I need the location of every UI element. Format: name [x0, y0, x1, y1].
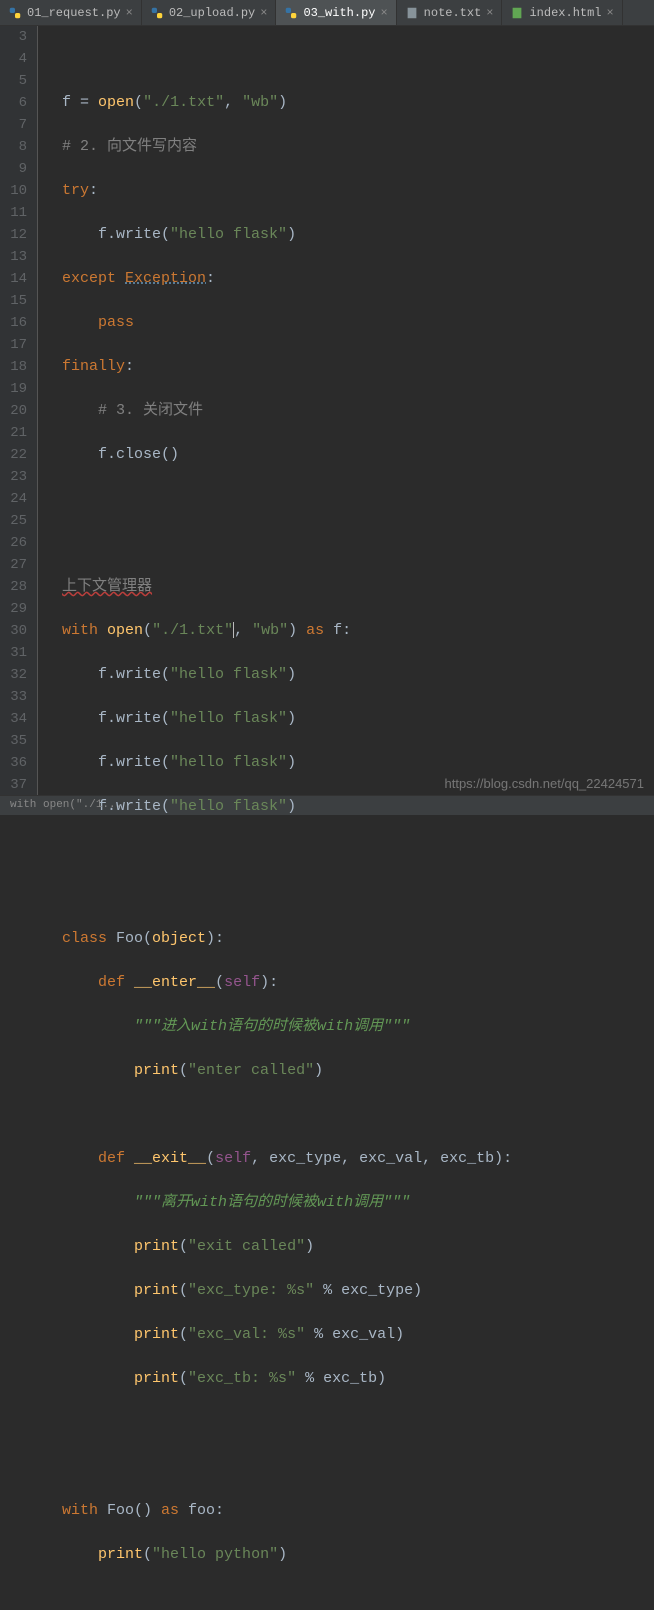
tab-bar: 01_request.py × 02_upload.py × 03_with.p…	[0, 0, 654, 26]
tab-label: 02_upload.py	[169, 6, 255, 20]
tab-label: note.txt	[424, 6, 482, 20]
watermark: https://blog.csdn.net/qq_22424571	[445, 776, 645, 791]
tab-index-html[interactable]: index.html ×	[502, 0, 622, 25]
tab-01-request[interactable]: 01_request.py ×	[0, 0, 142, 25]
tab-note-txt[interactable]: note.txt ×	[397, 0, 503, 25]
tab-label: 03_with.py	[303, 6, 375, 20]
tab-label: index.html	[529, 6, 601, 20]
tab-03-with[interactable]: 03_with.py ×	[276, 0, 396, 25]
fold-column[interactable]	[38, 26, 52, 795]
python-icon	[8, 6, 22, 20]
tab-label: 01_request.py	[27, 6, 121, 20]
code-content[interactable]: f = open("./1.txt", "wb") # 2. 向文件写内容 tr…	[52, 26, 522, 795]
line-gutter: 3456789101112131415161718192021222324252…	[0, 26, 38, 795]
close-icon[interactable]: ×	[486, 6, 493, 20]
close-icon[interactable]: ×	[260, 6, 267, 20]
python-icon	[284, 6, 298, 20]
text-file-icon	[405, 6, 419, 20]
tab-02-upload[interactable]: 02_upload.py ×	[142, 0, 277, 25]
close-icon[interactable]: ×	[126, 6, 133, 20]
html-file-icon	[510, 6, 524, 20]
close-icon[interactable]: ×	[380, 6, 387, 20]
close-icon[interactable]: ×	[607, 6, 614, 20]
editor-area[interactable]: 3456789101112131415161718192021222324252…	[0, 26, 654, 795]
python-icon	[150, 6, 164, 20]
